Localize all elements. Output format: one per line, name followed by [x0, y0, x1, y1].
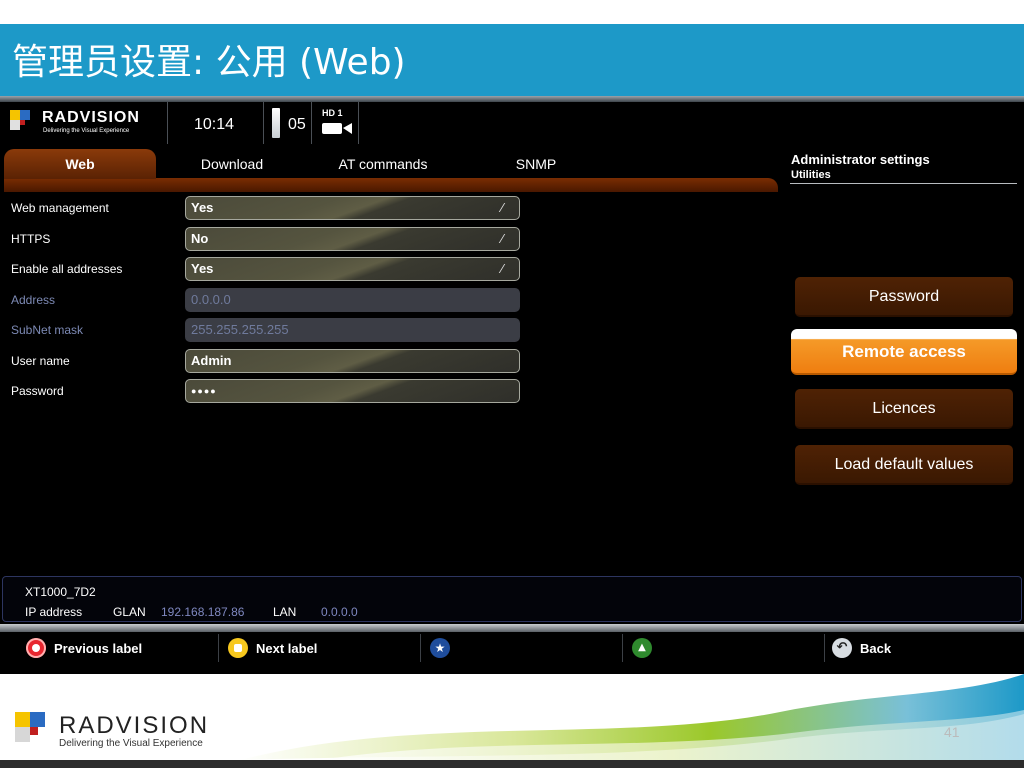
hd-label: HD 1 — [322, 108, 343, 118]
radvision-logo: RADVISION Delivering the Visual Experien… — [10, 108, 160, 138]
signal-level-icon — [272, 108, 280, 138]
form-row-web-management: Web management Yes ⁄ — [0, 196, 780, 222]
field-label: Enable all addresses — [11, 262, 123, 276]
dropdown-arrow-icon: ⁄ — [501, 232, 504, 246]
green-softkey[interactable]: ▲ — [632, 636, 672, 662]
header-divider — [167, 102, 168, 144]
header-divider — [311, 102, 312, 144]
form-row-https: HTTPS No ⁄ — [0, 227, 780, 253]
status-header: RADVISION Delivering the Visual Experien… — [0, 102, 1024, 144]
previous-label-softkey[interactable]: Previous label — [26, 636, 206, 662]
user-name-input[interactable]: Admin — [185, 349, 520, 373]
password-button[interactable]: Password — [795, 277, 1013, 317]
ip-address-label: IP address — [25, 605, 83, 619]
logo-square-red — [30, 727, 38, 735]
slide-footer: RADVISION Delivering the Visual Experien… — [0, 674, 1024, 760]
logo-wordmark: RADVISION — [42, 109, 140, 126]
tab-download[interactable]: Download — [170, 149, 294, 179]
subnet-mask-field: 255.255.255.255 — [185, 318, 520, 342]
next-label-softkey[interactable]: Next label — [228, 636, 408, 662]
channel-number: 05 — [288, 116, 306, 133]
footer-radvision-logo: RADVISION Delivering the Visual Experien… — [15, 712, 235, 752]
back-softkey[interactable]: ↶ Back — [832, 636, 952, 662]
field-value: No — [191, 231, 209, 246]
web-management-select[interactable]: Yes ⁄ — [185, 196, 520, 220]
softkey-label: Back — [860, 641, 892, 656]
admin-settings-subtitle: Utilities — [791, 169, 831, 181]
load-default-values-button[interactable]: Load default values — [795, 445, 1013, 485]
glan-label: GLAN — [113, 605, 146, 619]
glan-ip: 192.168.187.86 — [161, 605, 245, 619]
https-select[interactable]: No ⁄ — [185, 227, 520, 251]
device-screen: RADVISION Delivering the Visual Experien… — [0, 96, 1024, 674]
camera-icon — [322, 123, 352, 134]
slide-top-margin — [0, 0, 1024, 24]
back-arrow-icon: ↶ — [832, 638, 852, 658]
tab-web[interactable]: Web — [4, 149, 156, 179]
logo-square-gray — [15, 727, 30, 742]
address-field: 0.0.0.0 — [185, 288, 520, 312]
footer-bar — [0, 760, 1024, 768]
device-status-panel: XT1000_7D2 IP address GLAN 192.168.187.8… — [2, 576, 1022, 622]
dropdown-arrow-icon: ⁄ — [501, 262, 504, 276]
softkey-label: Next label — [256, 641, 318, 656]
form-row-password: Password ●●●● — [0, 379, 780, 405]
softkey-divider — [218, 634, 219, 662]
lan-label: LAN — [273, 605, 297, 619]
logo-tagline: Delivering the Visual Experience — [43, 128, 130, 134]
softkey-divider — [622, 634, 623, 662]
logo-square-yellow — [15, 712, 30, 727]
logo-square-yellow — [10, 110, 20, 120]
header-divider — [263, 102, 264, 144]
slide-title: 管理员设置: 公用 (Web) — [12, 42, 406, 83]
tab-snmp[interactable]: SNMP — [494, 149, 578, 179]
form-row-address: Address 0.0.0.0 — [0, 288, 780, 314]
yellow-key-icon — [228, 638, 248, 658]
form-row-subnet-mask: SubNet mask 255.255.255.255 — [0, 318, 780, 344]
admin-settings-title: Administrator settings — [791, 152, 930, 167]
logo-square-white — [10, 120, 20, 130]
logo-square-blue — [20, 110, 30, 120]
form-row-enable-all-addresses: Enable all addresses Yes ⁄ — [0, 257, 780, 283]
logo-square-blue — [30, 712, 45, 727]
softkey-divider — [420, 634, 421, 662]
clock: 10:14 — [194, 116, 235, 133]
blue-star-key-icon: ★ — [430, 638, 450, 658]
field-value: ●●●● — [191, 386, 217, 396]
field-label: SubNet mask — [11, 323, 84, 337]
dropdown-arrow-icon: ⁄ — [501, 201, 504, 215]
field-label: Web management — [11, 201, 109, 215]
device-name: XT1000_7D2 — [25, 585, 96, 599]
field-value: Admin — [191, 353, 232, 368]
field-value: Yes — [191, 261, 214, 276]
blue-softkey[interactable]: ★ — [430, 636, 470, 662]
green-triangle-key-icon: ▲ — [632, 638, 652, 658]
field-label: Password — [11, 384, 64, 398]
licences-button[interactable]: Licences — [795, 389, 1013, 429]
field-value: Yes — [191, 200, 214, 215]
field-label: HTTPS — [11, 232, 51, 246]
logo-square-red — [20, 120, 25, 125]
page-number: 41 — [944, 724, 960, 740]
softkey-label: Previous label — [54, 641, 143, 656]
softkey-divider — [824, 634, 825, 662]
form-row-user-name: User name Admin — [0, 349, 780, 375]
remote-access-button[interactable]: Remote access — [791, 329, 1017, 375]
admin-underline — [790, 183, 1017, 184]
footer-logo-tagline: Delivering the Visual Experience — [59, 738, 203, 749]
header-divider — [358, 102, 359, 144]
tab-at-commands[interactable]: AT commands — [318, 149, 448, 179]
enable-all-addresses-select[interactable]: Yes ⁄ — [185, 257, 520, 281]
tab-strip — [4, 178, 778, 192]
field-value: 255.255.255.255 — [191, 322, 289, 337]
field-label: Address — [11, 293, 56, 307]
bottom-metal-strip — [0, 624, 1024, 632]
footer-logo-wordmark: RADVISION — [59, 712, 210, 739]
password-input[interactable]: ●●●● — [185, 379, 520, 403]
field-value: 0.0.0.0 — [191, 292, 231, 307]
lan-ip: 0.0.0.0 — [321, 605, 358, 619]
field-label: User name — [11, 354, 70, 368]
red-key-icon — [26, 638, 46, 658]
